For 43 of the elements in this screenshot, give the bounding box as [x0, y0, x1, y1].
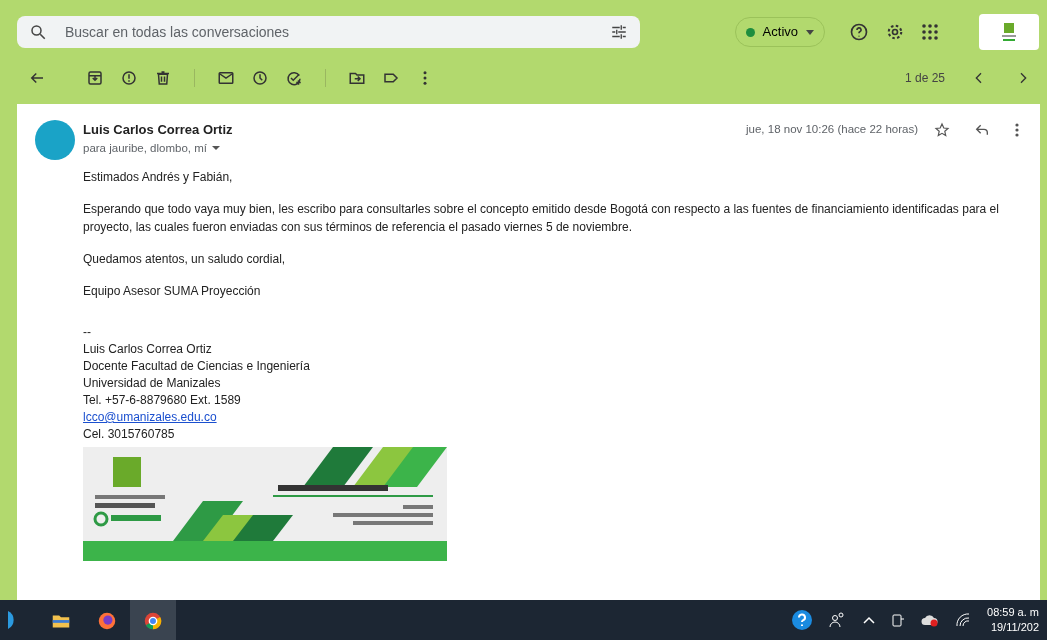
- alert-icon[interactable]: [120, 69, 138, 87]
- help-icon[interactable]: [849, 22, 869, 42]
- star-icon[interactable]: [934, 121, 950, 138]
- organization-logo[interactable]: [979, 14, 1039, 50]
- people-icon[interactable]: [829, 612, 847, 628]
- clock-icon[interactable]: [251, 69, 269, 87]
- message-paragraph: Esperando que todo vaya muy bien, les escribo para consultarles sobre el concepto emitido desde Bogotá con respecto a las fuentes de financiamiento identificadas para el proyecto, las cuales fueron enviadas con sus términos de referencia el pasado viernes 5 de noviembre.: [83, 201, 1000, 236]
- settings-icon[interactable]: [885, 22, 905, 42]
- help-circle-icon[interactable]: [791, 609, 813, 631]
- search-icon: [29, 23, 47, 41]
- cloud-icon[interactable]: [921, 613, 939, 627]
- clock-date[interactable]: 19/11/202: [987, 620, 1039, 635]
- page-counter: 1 de 25: [904, 70, 945, 87]
- delete-icon[interactable]: [154, 69, 172, 87]
- search-field[interactable]: Buscar en todas las conversaciones: [63, 20, 594, 44]
- recipients-text: para jauribe, dlombo, mí: [83, 140, 207, 156]
- message-paragraph: Estimados Andrés y Fabián,: [83, 169, 234, 186]
- taskbar-app-button[interactable]: [130, 600, 176, 640]
- message-paragraph: Quedamos atentos, un saludo cordial,: [83, 251, 287, 268]
- message-paragraph: Equipo Asesor SUMA Proyección: [83, 283, 262, 300]
- chevron-up-icon[interactable]: [863, 616, 875, 624]
- search-bar[interactable]: Buscar en todas las conversaciones: [17, 16, 640, 48]
- caret-icon[interactable]: [211, 145, 221, 152]
- signature-line: Tel. +57-6-8879680 Ext. 1589: [83, 393, 241, 407]
- signature-line: Universidad de Manizales: [83, 376, 221, 390]
- device-icon[interactable]: [891, 612, 905, 628]
- signature-line: Luis Carlos Correa Ortiz: [83, 342, 212, 356]
- email-link[interactable]: lcco@umanizales.edu.co: [83, 410, 217, 424]
- archive-icon[interactable]: [86, 69, 104, 87]
- envelope-icon[interactable]: [217, 69, 235, 87]
- filter-sliders-icon[interactable]: [610, 23, 628, 41]
- signature-line: --: [83, 325, 91, 339]
- signature-line: Docente Facultad de Ciencias e Ingeniería: [83, 359, 310, 373]
- sender-avatar: [35, 120, 75, 160]
- sender-name: Luis Carlos Correa Ortiz: [83, 121, 233, 139]
- add-task-icon[interactable]: [285, 69, 303, 87]
- message-date: jue, 18 nov 10:26 (hace 22 horas): [746, 122, 918, 138]
- signature-line: Cel. 3015760785: [83, 427, 175, 441]
- caret-icon: [806, 29, 814, 35]
- more-options-icon[interactable]: [1014, 121, 1020, 138]
- wifi-icon[interactable]: [955, 613, 971, 627]
- clock-time[interactable]: 08:59 a. m: [987, 605, 1039, 620]
- apps-grid-icon[interactable]: [921, 23, 939, 41]
